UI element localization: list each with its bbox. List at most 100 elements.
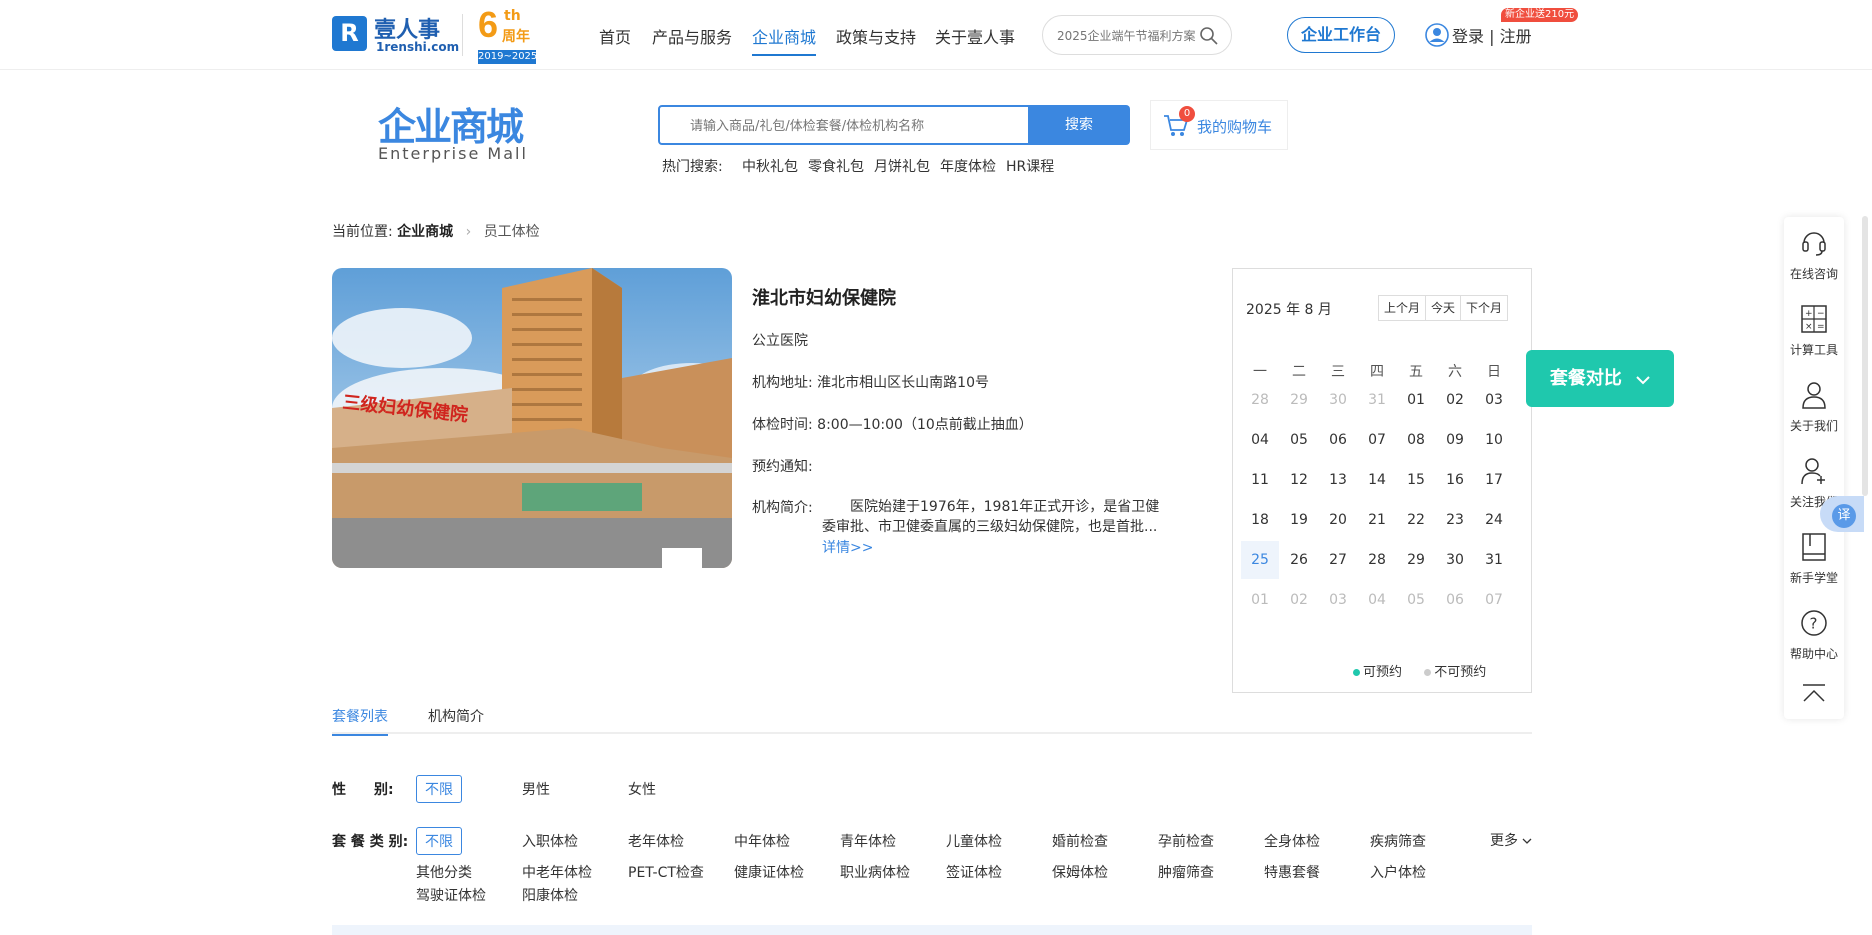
filter-option[interactable]: PET-CT检查 [628,862,704,882]
filter-option[interactable]: 青年体检 [840,831,896,851]
calendar-day[interactable]: 26 [1280,541,1318,579]
filter-option[interactable]: 驾驶证体检 [416,885,486,905]
mall-search-button[interactable]: 搜索 [1028,105,1130,145]
calendar-day[interactable]: 07 [1358,421,1396,459]
calendar-day[interactable]: 23 [1436,501,1474,539]
calendar-day[interactable]: 06 [1319,421,1357,459]
nav-about[interactable]: 关于壹人事 [935,24,1015,48]
back-to-top-button[interactable] [1784,673,1844,719]
login-register-link[interactable]: 登录 | 注册 [1452,23,1532,47]
calendar-day[interactable]: 25 [1241,541,1279,579]
calendar-day[interactable]: 31 [1475,541,1513,579]
filter-option[interactable]: 婚前检查 [1052,831,1108,851]
tab-institution-intro[interactable]: 机构简介 [428,706,484,734]
filter-option[interactable]: 不限 [416,827,462,855]
hot-search-item[interactable]: 月饼礼包 [874,156,930,176]
tool-help-center[interactable]: ? 帮助中心 [1784,597,1844,673]
more-categories-button[interactable]: 更多 [1490,830,1532,850]
calendar-day[interactable]: 03 [1475,381,1513,419]
calendar-prev-month[interactable]: 上个月 [1379,296,1427,320]
filter-option[interactable]: 孕前检查 [1158,831,1214,851]
calendar-day[interactable]: 15 [1397,461,1435,499]
calendar-day[interactable]: 10 [1475,421,1513,459]
filter-option[interactable]: 女性 [628,779,656,799]
calendar-day[interactable]: 04 [1241,421,1279,459]
calendar-day[interactable]: 22 [1397,501,1435,539]
calendar-day[interactable]: 14 [1358,461,1396,499]
calendar-day[interactable]: 16 [1436,461,1474,499]
calendar-day[interactable]: 27 [1319,541,1357,579]
calendar-day[interactable]: 05 [1280,421,1318,459]
cart-button[interactable]: 0 我的购物车 [1150,100,1288,150]
hot-search-item[interactable]: 年度体检 [940,156,996,176]
tool-calculator[interactable]: + − × = 计算工具 [1784,293,1844,369]
calendar-day[interactable]: 17 [1475,461,1513,499]
filter-option[interactable]: 不限 [416,775,462,803]
legend-available: 可预约 [1363,665,1403,680]
hospital-name: 淮北市妇幼保健院 [752,288,896,309]
hot-search-item[interactable]: HR课程 [1006,156,1054,176]
calendar-day[interactable]: 13 [1319,461,1357,499]
filter-option[interactable]: 男性 [522,779,550,799]
filter-option[interactable]: 特惠套餐 [1264,862,1320,882]
filter-option[interactable]: 中年体检 [734,831,790,851]
nav-home[interactable]: 首页 [599,24,631,48]
filter-option[interactable]: 儿童体检 [946,831,1002,851]
filter-option[interactable]: 其他分类 [416,862,472,882]
nav-policy[interactable]: 政策与支持 [836,24,916,48]
hot-search-item[interactable]: 零食礼包 [808,156,864,176]
calendar-day[interactable]: 11 [1241,461,1279,499]
calendar-day[interactable]: 21 [1358,501,1396,539]
filter-option[interactable]: 肿瘤筛查 [1158,862,1214,882]
tool-online-consult[interactable]: 在线咨询 [1784,217,1844,293]
tool-novice-school[interactable]: 新手学堂 [1784,521,1844,597]
logo-icon[interactable]: R [332,16,367,51]
filter-option[interactable]: 健康证体检 [734,862,804,882]
mall-title: 企业商城 [378,105,524,149]
filter-option[interactable]: 疾病筛查 [1370,831,1426,851]
calendar-day[interactable]: 20 [1319,501,1357,539]
gender-filter-label: 性 别: [332,782,394,798]
calendar-day[interactable]: 29 [1397,541,1435,579]
calendar-day[interactable]: 24 [1475,501,1513,539]
filter-option[interactable]: 老年体检 [628,831,684,851]
translate-button[interactable]: 译 [1820,496,1864,532]
package-compare-button[interactable]: 套餐对比 [1526,350,1674,407]
search-icon[interactable] [1199,26,1219,50]
user-icon[interactable] [1425,23,1449,47]
nav-mall[interactable]: 企业商城 [752,24,817,56]
filter-option[interactable]: 入职体检 [522,831,578,851]
calendar-day[interactable]: 01 [1397,381,1435,419]
tool-about-us[interactable]: 关于我们 [1784,369,1844,445]
calendar-day[interactable]: 08 [1397,421,1435,459]
nav-products[interactable]: 产品与服务 [652,24,732,48]
legend-unavailable: 不可预约 [1434,665,1487,680]
scrollbar[interactable] [1862,216,1868,496]
tab-package-list[interactable]: 套餐列表 [332,706,388,736]
top-search-input[interactable] [1057,26,1197,46]
calendar-next-month[interactable]: 下个月 [1461,296,1507,320]
calendar-day[interactable]: 28 [1358,541,1396,579]
calendar-weekday: 六 [1448,364,1462,380]
breadcrumb-mall[interactable]: 企业商城 [397,224,453,240]
filter-option[interactable]: 职业病体检 [840,862,910,882]
intro-more-link[interactable]: 详情>> [822,537,873,557]
filter-option[interactable]: 全身体检 [1264,831,1320,851]
calendar-day[interactable]: 09 [1436,421,1474,459]
filter-option[interactable]: 签证体检 [946,862,1002,882]
tool-label: 关于我们 [1789,419,1838,433]
filter-option[interactable]: 入户体检 [1370,862,1426,882]
calendar-day[interactable]: 12 [1280,461,1318,499]
calendar-day[interactable]: 19 [1280,501,1318,539]
filter-option[interactable]: 保姆体检 [1052,862,1108,882]
calendar-day[interactable]: 02 [1436,381,1474,419]
hospital-type: 公立医院 [752,333,808,349]
workbench-button[interactable]: 企业工作台 [1287,17,1395,53]
calendar-day[interactable]: 30 [1436,541,1474,579]
calendar-today[interactable]: 今天 [1426,296,1462,320]
mall-search-input[interactable] [690,116,1010,136]
filter-option[interactable]: 阳康体检 [522,885,578,905]
hot-search-item[interactable]: 中秋礼包 [742,156,798,176]
calendar-day[interactable]: 18 [1241,501,1279,539]
filter-option[interactable]: 中老年体检 [522,862,592,882]
